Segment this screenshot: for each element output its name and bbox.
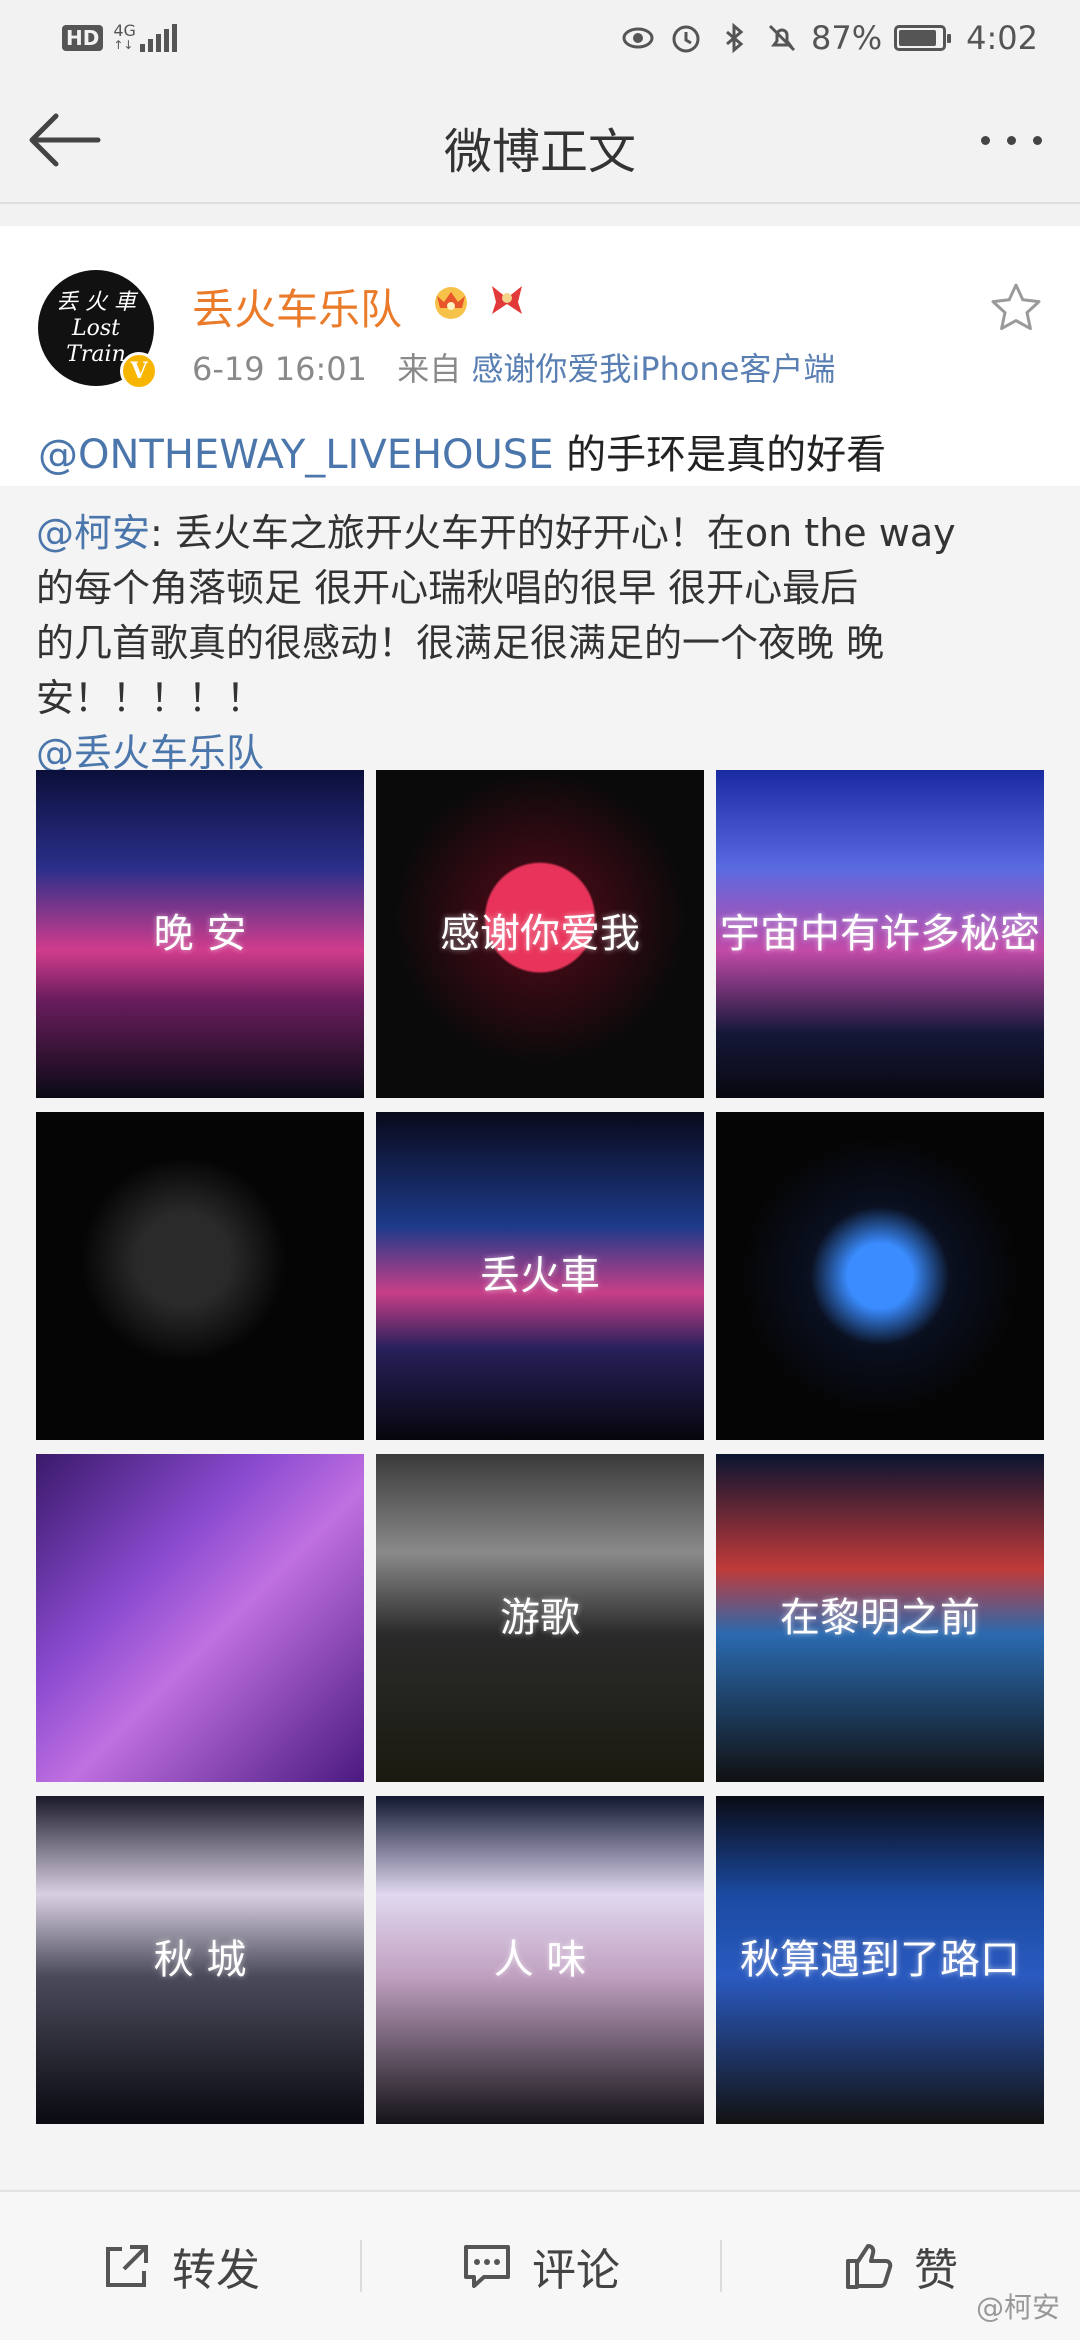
image-thumbnail[interactable]: 晚 安	[36, 770, 364, 1098]
repost-label: 转发	[172, 2245, 260, 2296]
post-time: 6-19 16:01	[192, 350, 368, 388]
post-card: 丢 火 車 Lost Train V 丢火车乐队 6-19 16:01 来自 感…	[0, 226, 1080, 2188]
repost-block[interactable]: @柯安: 丢火车之旅开火车开的好开心！在on the way 的每个角落顿足 很…	[0, 486, 1080, 2188]
nav-bar: 微博正文	[0, 76, 1080, 204]
battery-icon	[894, 25, 952, 51]
action-bar: 转发 评论 赞 @柯安	[0, 2190, 1080, 2340]
avatar[interactable]: 丢 火 車 Lost Train V	[38, 270, 158, 390]
image-caption: 秋算遇到了路口	[740, 1937, 1020, 1984]
status-bar: HD 4G ↑↓ 87% 4:02	[0, 0, 1080, 76]
image-thumbnail[interactable]: 宇宙中有许多秘密	[716, 770, 1044, 1098]
image-thumbnail[interactable]: 秋 城	[36, 1796, 364, 2124]
repost-button[interactable]: 转发	[0, 2226, 360, 2306]
more-dots-icon[interactable]	[966, 120, 1056, 160]
bluetooth-icon	[726, 22, 744, 54]
eye-icon	[622, 27, 654, 49]
image-thumbnail[interactable]: 感谢你爱我	[376, 770, 704, 1098]
like-label: 赞	[914, 2245, 958, 2296]
share-icon	[106, 2245, 148, 2287]
mute-icon	[768, 24, 796, 52]
image-thumbnail[interactable]	[36, 1454, 364, 1782]
image-caption: 秋 城	[153, 1937, 247, 1984]
status-left: HD 4G ↑↓	[62, 21, 177, 53]
alarm-icon	[672, 25, 700, 53]
author-badges	[428, 276, 530, 322]
network-label: 4G ↑↓	[113, 21, 136, 53]
image-grid: 晚 安 感谢你爱我 宇宙中有许多秘密丢火車游歌 在黎明之前秋 城 人 味 秋算遇到了路口	[36, 770, 1044, 2124]
image-thumbnail[interactable]: 丢火車	[376, 1112, 704, 1440]
repost-line: 安！！！！！	[36, 676, 265, 720]
hd-badge: HD	[62, 25, 104, 51]
verified-badge-icon: V	[120, 352, 158, 390]
post-body: 的手环是真的好看	[553, 432, 887, 478]
source-prefix: 来自	[397, 350, 462, 388]
image-caption: 晚 安	[153, 911, 247, 958]
crown-badge-icon	[435, 287, 467, 319]
post-meta: 6-19 16:01 来自 感谢你爱我iPhone客户端	[192, 344, 835, 390]
status-right: 87% 4:02	[607, 19, 1038, 57]
watermark: @柯安	[975, 2291, 1060, 2324]
comment-button[interactable]: 评论	[360, 2226, 720, 2306]
repost-text: @柯安: 丢火车之旅开火车开的好开心！在on the way 的每个角落顿足 很…	[36, 506, 1046, 781]
comment-icon	[464, 2245, 510, 2288]
ribbon-badge-icon	[492, 286, 522, 314]
mention-link[interactable]: @ONTHEWAY_LIVEHOUSE	[38, 432, 553, 478]
avatar-logo-text: 丢 火 車 Lost Train	[56, 290, 136, 367]
image-caption: 在黎明之前	[780, 1595, 980, 1642]
star-icon[interactable]	[988, 280, 1044, 336]
repost-author-mention[interactable]: @柯安	[36, 511, 150, 555]
image-thumbnail[interactable]: 秋算遇到了路口	[716, 1796, 1044, 2124]
image-caption: 人 味	[493, 1937, 587, 1984]
image-caption: 游歌	[500, 1595, 580, 1642]
image-caption: 丢火車	[480, 1253, 600, 1300]
author-name[interactable]: 丢火车乐队	[192, 276, 402, 337]
image-thumbnail[interactable]	[716, 1112, 1044, 1440]
thumbs-up-icon	[846, 2244, 893, 2289]
repost-line: 的几首歌真的很感动！很满足很满足的一个夜晚 晚	[36, 621, 885, 665]
post-text: @ONTHEWAY_LIVEHOUSE 的手环是真的好看	[38, 422, 886, 480]
image-thumbnail[interactable]: 人 味	[376, 1796, 704, 2124]
signal-icon	[139, 24, 177, 52]
image-caption: 感谢你爱我	[440, 911, 640, 958]
page-title: 微博正文	[443, 124, 636, 180]
comment-label: 评论	[532, 2245, 620, 2296]
repost-line: @柯安: 丢火车之旅开火车开的好开心！在on the way	[36, 511, 956, 555]
battery-percent: 87%	[811, 19, 883, 57]
clock: 4:02	[966, 19, 1038, 57]
image-thumbnail[interactable]	[36, 1112, 364, 1440]
image-caption: 宇宙中有许多秘密	[720, 911, 1040, 958]
image-thumbnail[interactable]: 游歌	[376, 1454, 704, 1782]
image-thumbnail[interactable]: 在黎明之前	[716, 1454, 1044, 1782]
post-source[interactable]: 感谢你爱我iPhone客户端	[471, 350, 835, 388]
repost-line: 的每个角落顿足 很开心瑞秋唱的很早 很开心最后	[36, 566, 859, 610]
